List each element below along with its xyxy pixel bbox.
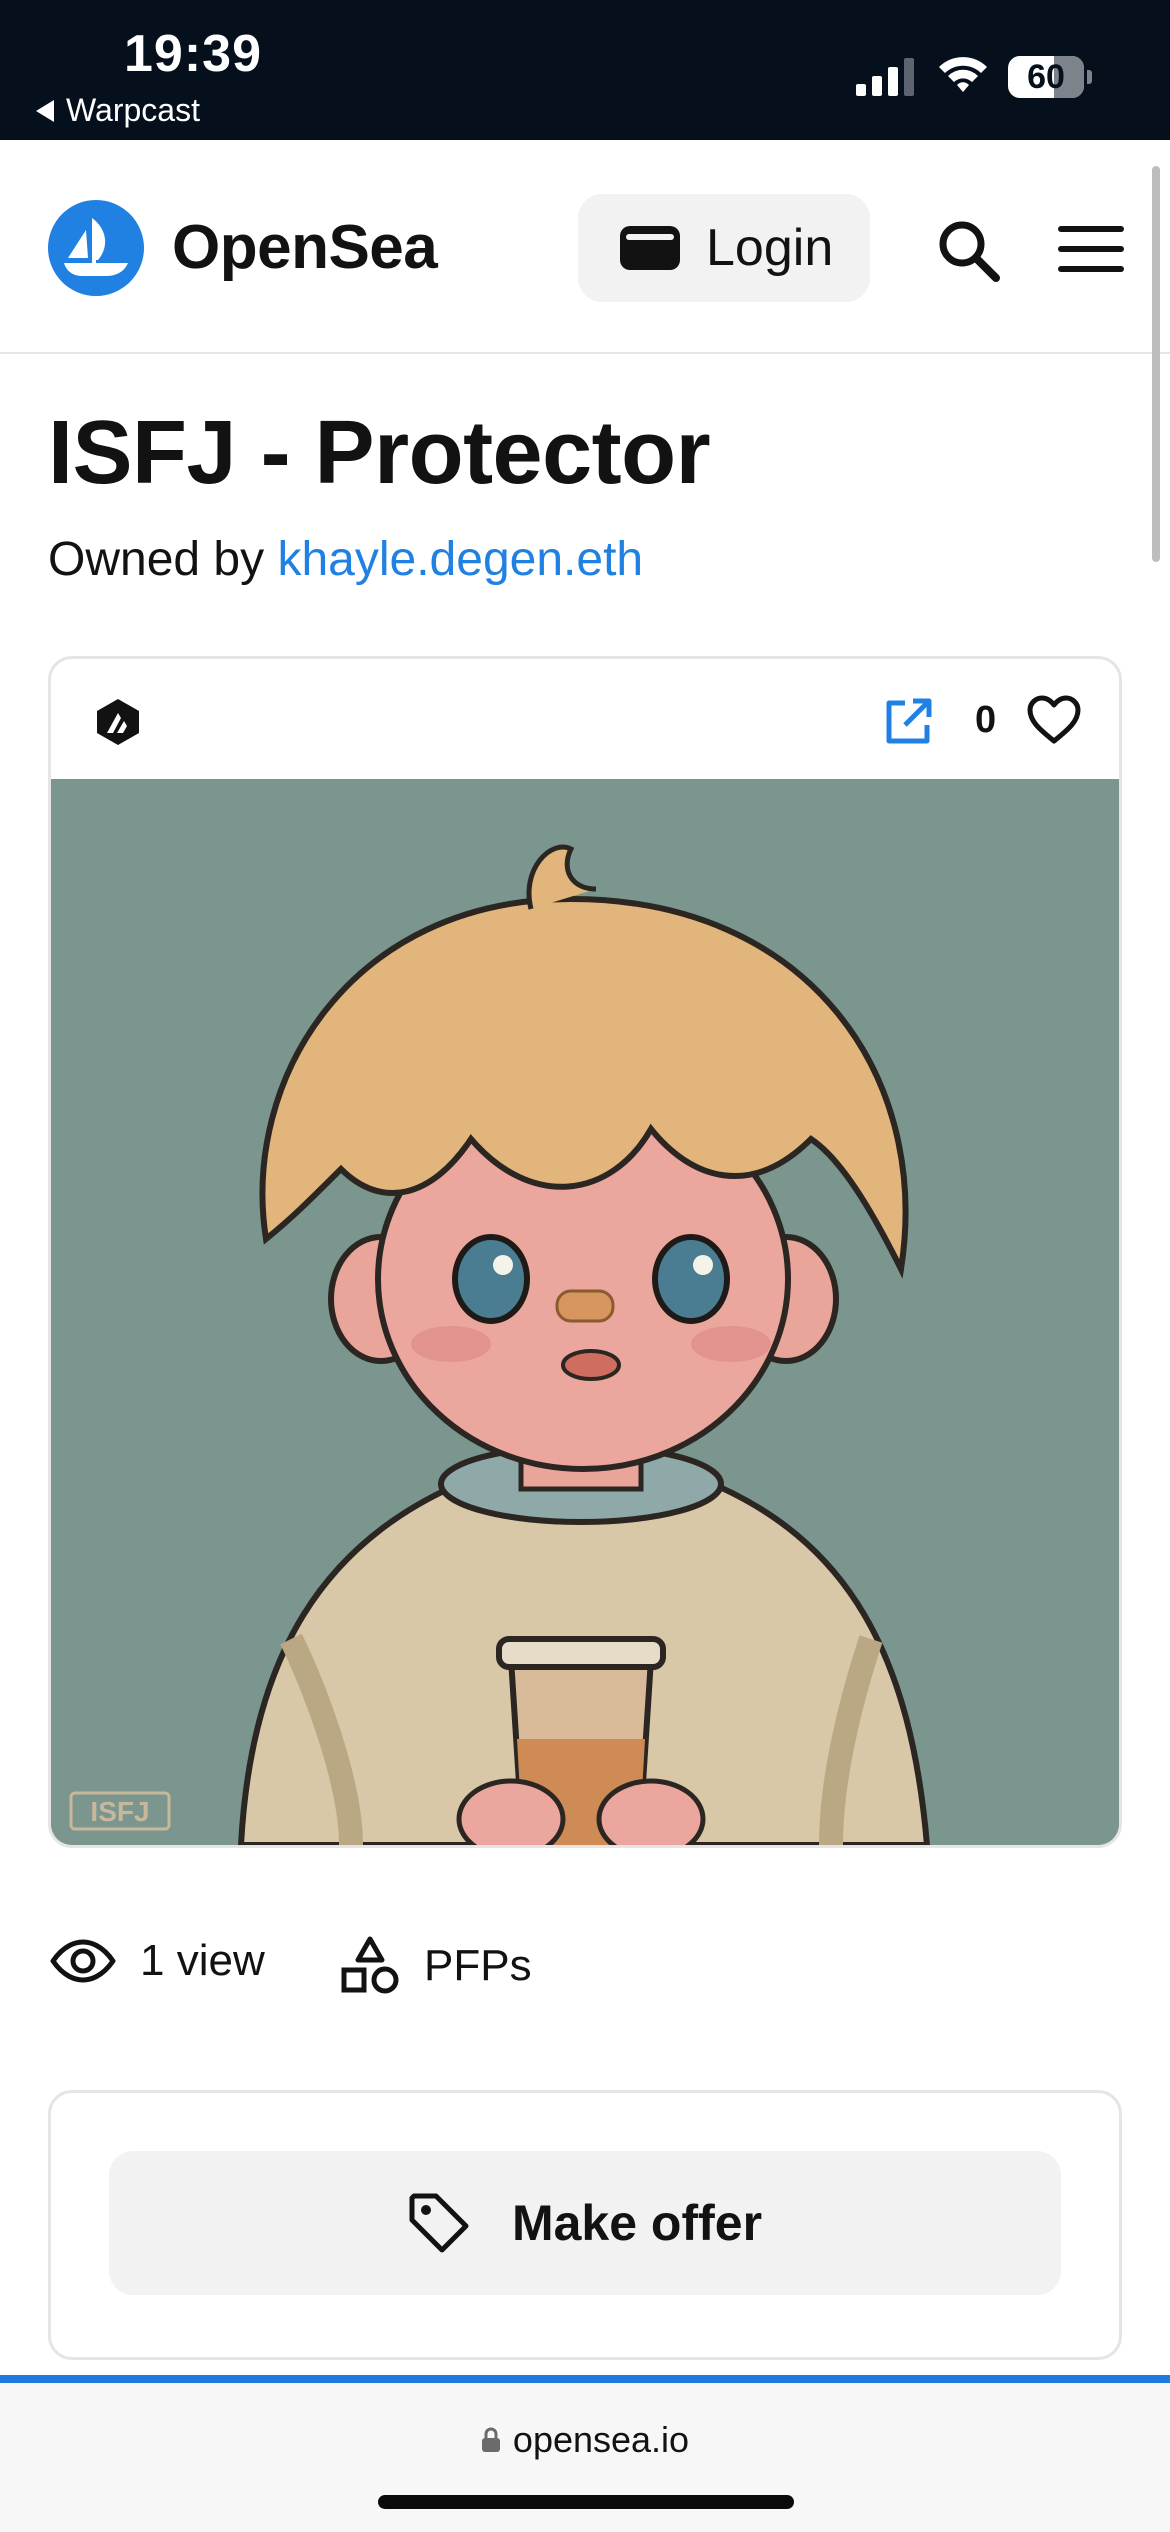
opensea-logo-icon[interactable] [48, 200, 144, 296]
brand-name[interactable]: OpenSea [172, 212, 438, 283]
site-header: OpenSea Login [0, 140, 1170, 354]
art-watermark: ISFJ [90, 1796, 149, 1827]
offer-panel: Make offer [48, 2090, 1122, 2360]
item-media-card: 0 ISFJ [48, 656, 1122, 1848]
shapes-icon [341, 1936, 399, 1994]
owned-by-prefix: Owned by [48, 533, 265, 586]
back-arrow-icon [36, 99, 54, 122]
media-card-toolbar: 0 [51, 659, 1119, 779]
menu-icon[interactable] [1058, 222, 1124, 276]
item-title: ISFJ - Protector [48, 403, 711, 503]
wallet-icon [620, 226, 680, 270]
url-text: opensea.io [512, 2419, 690, 2460]
login-button[interactable]: Login [578, 194, 870, 302]
page-scrollbar[interactable] [1152, 166, 1160, 562]
collection-label: PFPs [424, 1941, 532, 1990]
login-label: Login [706, 219, 834, 277]
wifi-icon [939, 57, 987, 92]
search-icon[interactable] [936, 218, 1000, 282]
heart-icon[interactable] [1027, 695, 1081, 745]
url-display[interactable]: opensea.io [0, 2419, 1170, 2461]
owned-by-line: Owned by khayle.degen.eth [48, 532, 643, 587]
status-time: 19:39 [124, 25, 262, 83]
back-to-app-link[interactable]: Warpcast [36, 92, 200, 129]
collection-stat[interactable]: PFPs [340, 1936, 532, 1996]
lock-icon [481, 2427, 500, 2452]
battery-icon: 60 [1008, 56, 1092, 98]
chain-icon [97, 699, 139, 745]
make-offer-button[interactable]: Make offer [109, 2151, 1061, 2295]
favorites-count: 0 [975, 699, 997, 741]
battery-level: 60 [1027, 58, 1065, 96]
nft-artwork-image[interactable]: ISFJ [51, 779, 1119, 1845]
eye-icon [50, 1939, 116, 1983]
home-indicator[interactable] [378, 2495, 794, 2509]
views-stat: 1 view [50, 1936, 265, 1986]
views-label: 1 view [140, 1936, 265, 1985]
external-link-icon[interactable] [883, 697, 933, 747]
signal-icon [856, 58, 914, 96]
owner-link[interactable]: khayle.degen.eth [277, 533, 643, 586]
make-offer-label: Make offer [511, 2195, 763, 2251]
status-bar: 19:39 Warpcast 60 [0, 0, 1170, 140]
page-load-progress [0, 2375, 1170, 2383]
tag-icon [409, 2193, 469, 2253]
back-app-label: Warpcast [66, 92, 200, 128]
browser-address-bar[interactable]: opensea.io [0, 2383, 1170, 2532]
